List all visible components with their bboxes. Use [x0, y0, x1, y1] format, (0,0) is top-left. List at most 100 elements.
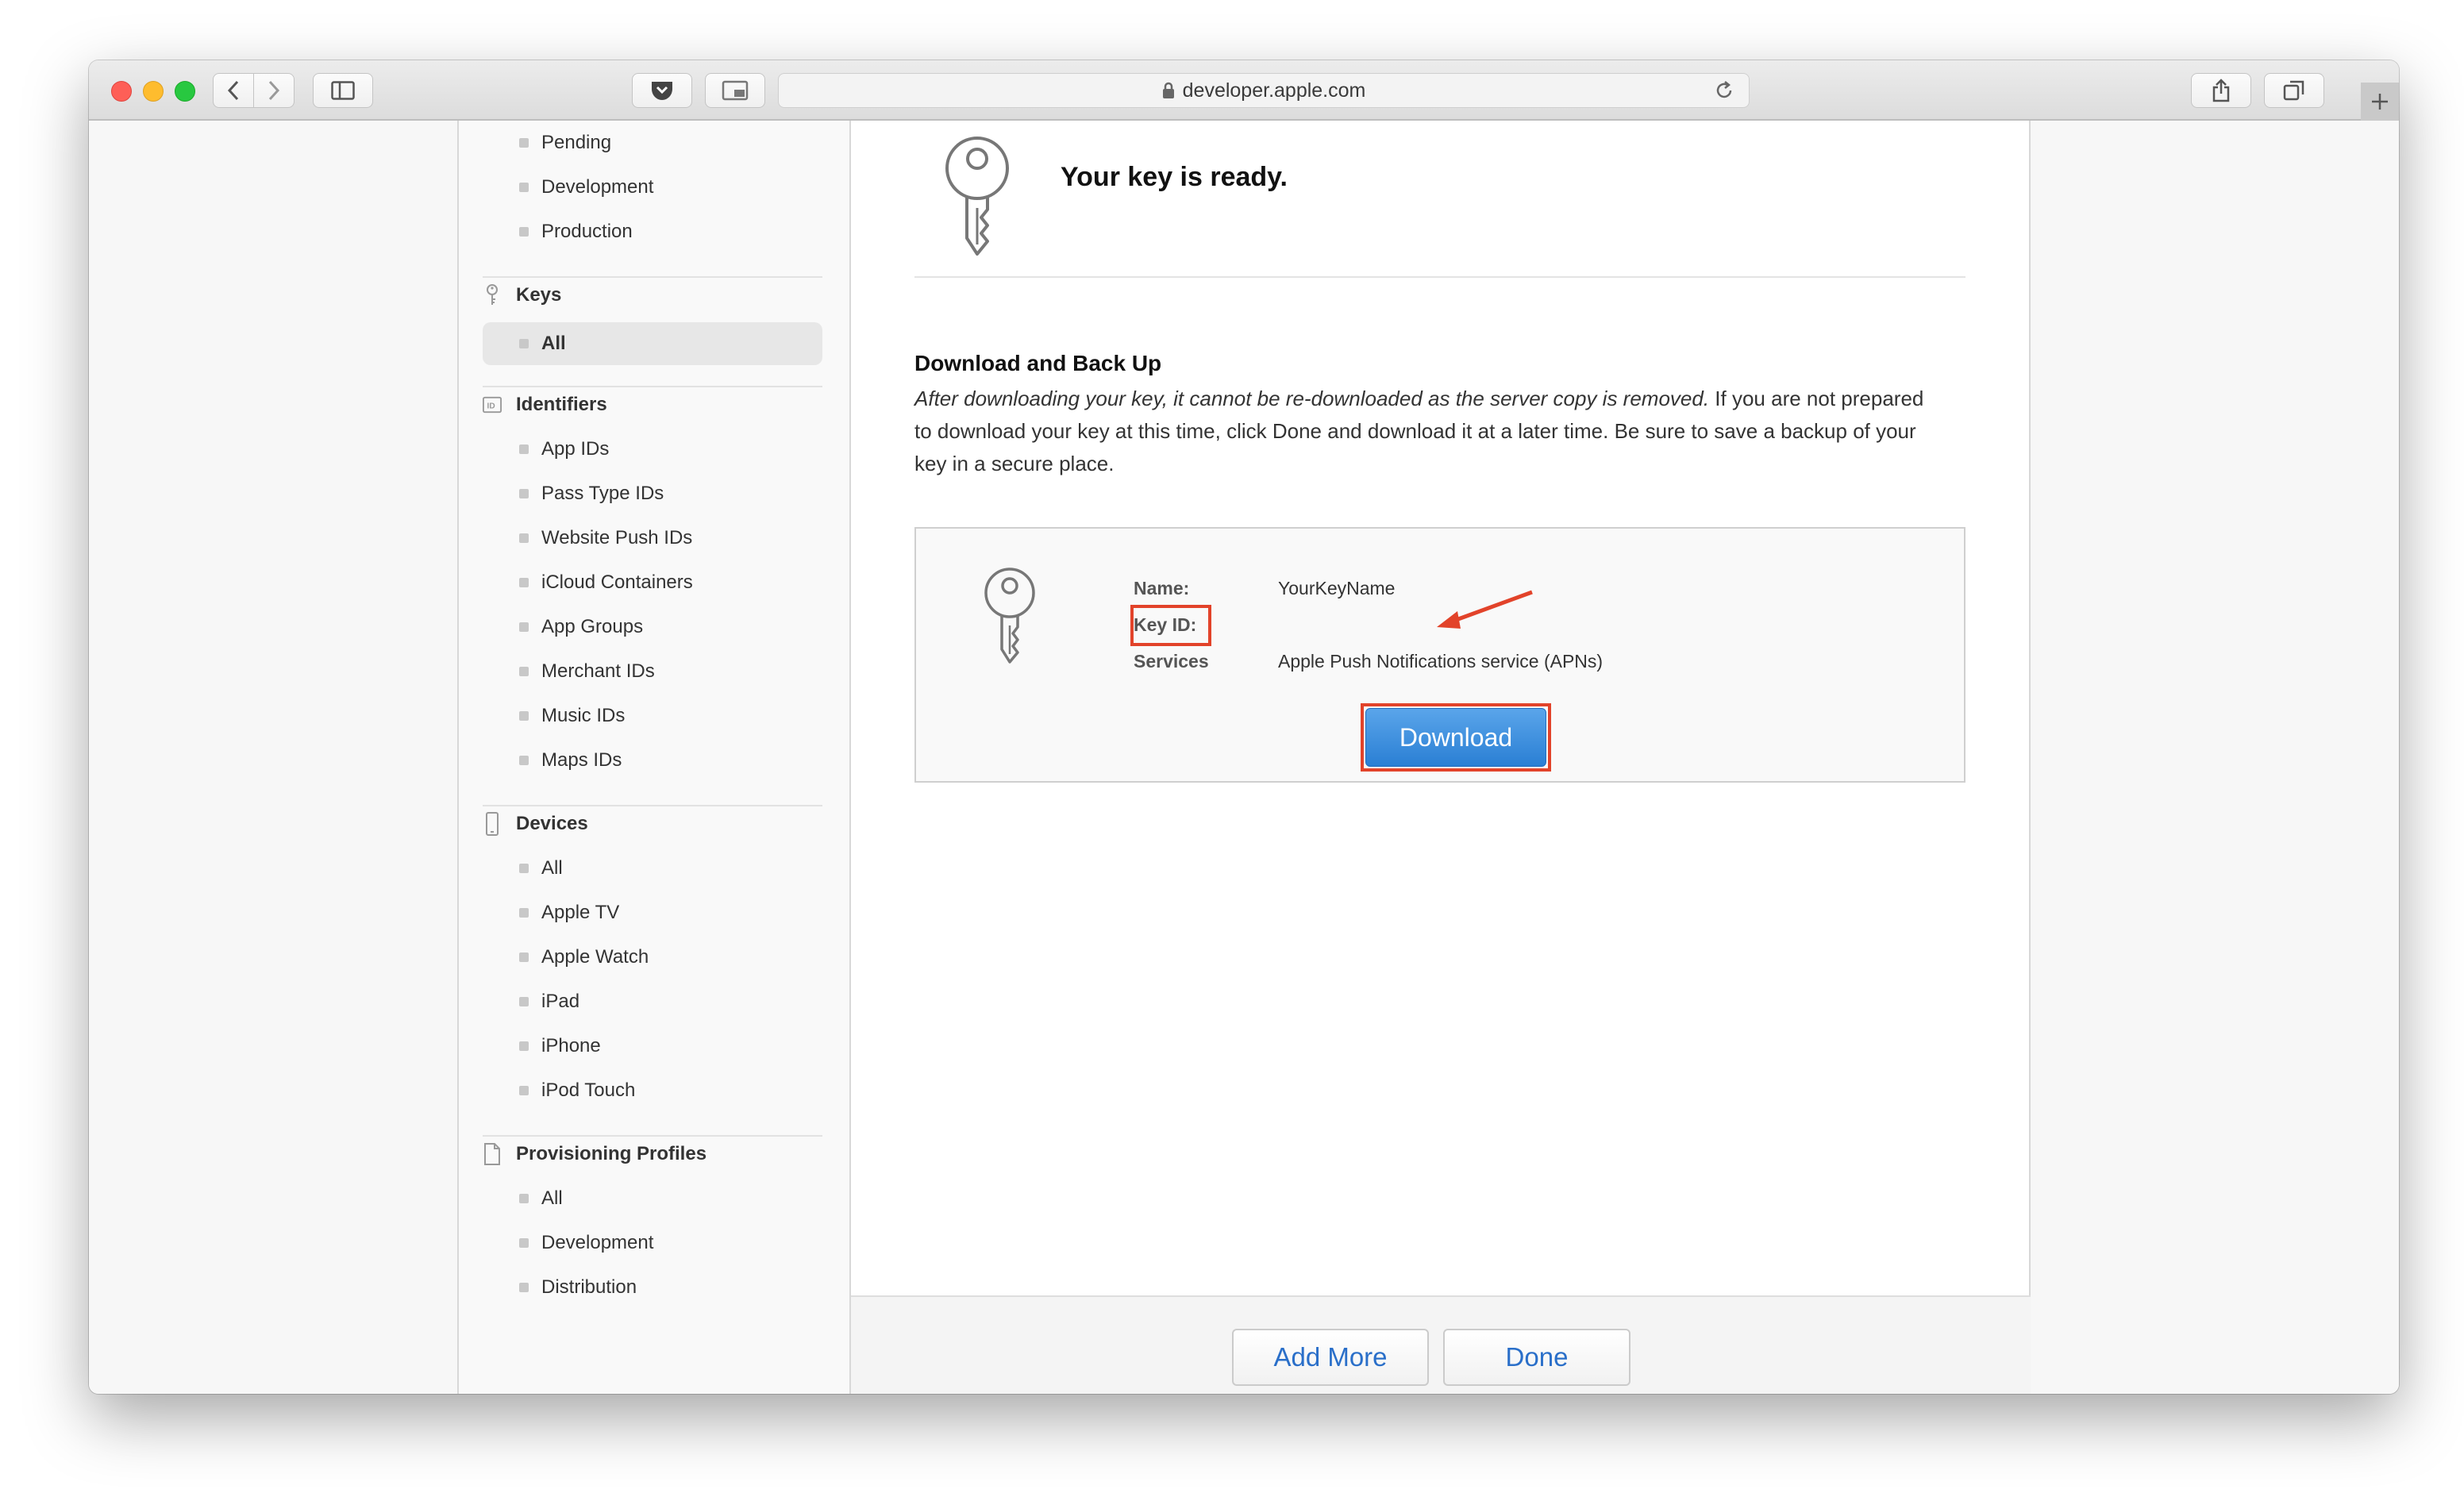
bullet-icon	[519, 997, 529, 1006]
key-details-box: Name: YourKeyName Key ID: Services Apple…	[914, 527, 1965, 783]
key-name-value: YourKeyName	[1278, 578, 1396, 598]
bullet-icon	[519, 952, 529, 962]
address-url: developer.apple.com	[1182, 79, 1366, 102]
bullet-icon	[519, 444, 529, 454]
sidebar-item-profiles-all[interactable]: All	[519, 1183, 563, 1214]
bullet-icon	[519, 711, 529, 721]
id-card-icon: ID	[483, 396, 502, 414]
bullet-icon	[519, 183, 529, 192]
services-value: Apple Push Notifications service (APNs)	[1278, 651, 1604, 672]
bullet-icon	[519, 1041, 529, 1051]
forward-button[interactable]	[253, 73, 295, 108]
bullet-icon	[519, 908, 529, 918]
key-icon	[487, 284, 498, 305]
sidebar-item-iphone[interactable]: iPhone	[519, 1030, 601, 1062]
bullet-icon	[519, 138, 529, 148]
section-description: After downloading your key, it cannot be…	[914, 383, 1938, 480]
services-label: Services	[1134, 651, 1209, 672]
bullet-icon	[519, 864, 529, 873]
address-bar[interactable]: developer.apple.com	[778, 73, 1750, 108]
sidebar-item-development[interactable]: Development	[519, 171, 653, 203]
bullet-icon	[519, 1194, 529, 1203]
screen-share-icon	[722, 80, 749, 101]
section-title: Download and Back Up	[914, 351, 1162, 375]
minimize-window-button[interactable]	[143, 81, 164, 102]
main-panel: Your key is ready. Download and Back Up …	[851, 121, 2031, 1394]
sidebar-item-keys-all-label[interactable]: All	[519, 328, 566, 360]
browser-toolbar: developer.apple.com	[89, 60, 2399, 121]
chevron-left-icon	[227, 80, 239, 101]
sidebar-item-maps-ids[interactable]: Maps IDs	[519, 745, 622, 776]
tab-overview-button[interactable]	[2264, 73, 2324, 108]
sidebar-item-app-groups[interactable]: App Groups	[519, 611, 643, 643]
sidebar-item-pass-type-ids[interactable]: Pass Type IDs	[519, 478, 664, 510]
footer-bar: Add More Done	[851, 1295, 2031, 1394]
sidebar-item-apple-tv[interactable]: Apple TV	[519, 897, 619, 929]
lock-icon	[1162, 82, 1174, 98]
bullet-icon	[519, 1283, 529, 1292]
sidebar-item-website-push-ids[interactable]: Website Push IDs	[519, 522, 692, 554]
done-button[interactable]: Done	[1443, 1329, 1630, 1386]
sidebar-item-icloud-containers[interactable]: iCloud Containers	[519, 567, 693, 598]
key-id-label: Key ID:	[1134, 614, 1197, 635]
warning-text: After downloading your key, it cannot be…	[914, 387, 1710, 410]
key-icon	[984, 568, 1035, 664]
sidebar-section-devices[interactable]: Devices	[483, 808, 588, 840]
key-name-label: Name:	[1134, 578, 1190, 598]
sidebar-item-ipod-touch[interactable]: iPod Touch	[519, 1075, 635, 1106]
device-icon	[486, 812, 499, 836]
sidebar-divider	[483, 386, 822, 387]
share-button[interactable]	[2191, 73, 2251, 108]
bullet-icon	[519, 756, 529, 765]
bullet-icon	[519, 622, 529, 632]
svg-text:ID: ID	[487, 402, 495, 411]
sidebar-item-pending[interactable]: Pending	[519, 127, 611, 159]
sidebar-item-merchant-ids[interactable]: Merchant IDs	[519, 656, 655, 687]
arrow-annotation-icon	[1437, 590, 1533, 629]
sidebar-item-profiles-distribution[interactable]: Distribution	[519, 1272, 637, 1303]
zoom-window-button[interactable]	[175, 81, 195, 102]
sidebar-item-apple-watch[interactable]: Apple Watch	[519, 941, 649, 973]
back-button[interactable]	[213, 73, 254, 108]
plus-icon	[2372, 94, 2388, 110]
new-tab-button[interactable]	[2361, 83, 2399, 121]
bullet-icon	[519, 227, 529, 237]
sidebar-item-app-ids[interactable]: App IDs	[519, 433, 609, 465]
bullet-icon	[519, 533, 529, 543]
sidebar-divider	[483, 1135, 822, 1137]
key-large-icon	[945, 137, 1009, 256]
sidebar-divider	[483, 805, 822, 806]
browser-window: developer.apple.com Pending Development …	[89, 60, 2399, 1394]
sidebar-toggle-button[interactable]	[313, 73, 373, 108]
sidebar-item-music-ids[interactable]: Music IDs	[519, 700, 625, 732]
bullet-icon	[519, 1238, 529, 1248]
tabs-icon	[2283, 80, 2304, 101]
sidebar-section-provisioning-profiles[interactable]: Provisioning Profiles	[483, 1138, 706, 1170]
screen-share-button[interactable]	[705, 73, 765, 108]
bullet-icon	[519, 578, 529, 587]
download-button[interactable]: Download	[1365, 708, 1546, 767]
page-title: Your key is ready.	[1061, 162, 1288, 192]
header-divider	[914, 276, 1965, 278]
reload-icon[interactable]	[1714, 80, 1734, 101]
pocket-button[interactable]	[632, 73, 692, 108]
add-more-button[interactable]: Add More	[1232, 1329, 1429, 1386]
sidebar-item-profiles-development[interactable]: Development	[519, 1227, 653, 1259]
bullet-icon	[519, 489, 529, 498]
bullet-icon	[519, 339, 529, 348]
share-icon	[2212, 79, 2230, 102]
sidebar-divider	[483, 276, 822, 278]
close-window-button[interactable]	[111, 81, 132, 102]
bullet-icon	[519, 667, 529, 676]
sidebar-item-devices-all[interactable]: All	[519, 852, 563, 884]
bullet-icon	[519, 1086, 529, 1095]
pocket-icon	[652, 82, 672, 100]
sidebar-icon	[331, 81, 355, 100]
sidebar-section-keys[interactable]: Keys	[483, 279, 561, 311]
sidebar-section-identifiers[interactable]: ID Identifiers	[483, 389, 607, 421]
sidebar: Pending Development Production Keys All …	[457, 121, 851, 1394]
sidebar-item-ipad[interactable]: iPad	[519, 986, 579, 1018]
document-icon	[484, 1143, 500, 1165]
sidebar-item-production[interactable]: Production	[519, 216, 633, 248]
chevron-right-icon	[268, 80, 280, 101]
